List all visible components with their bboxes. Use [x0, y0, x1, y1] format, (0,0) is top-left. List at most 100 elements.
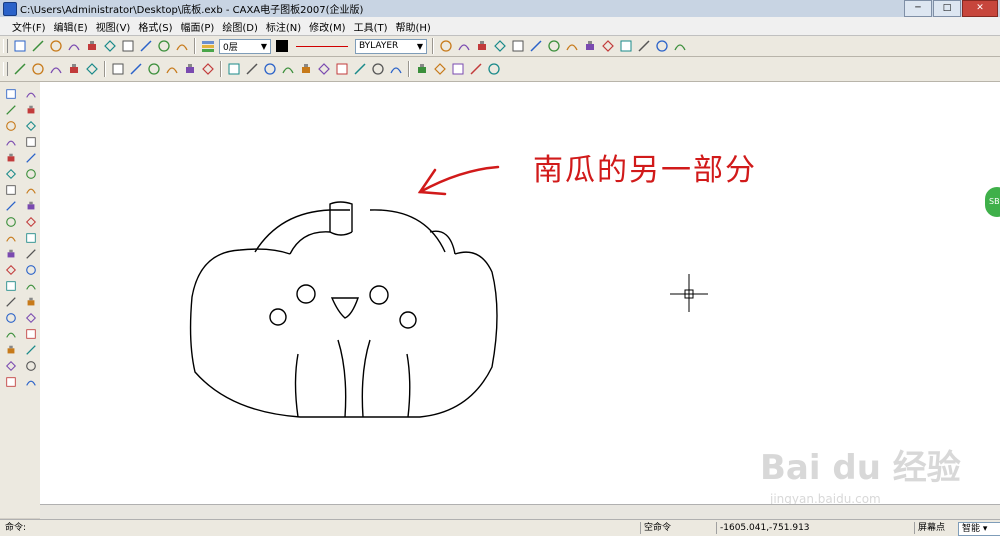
side-badge[interactable]: SB	[985, 187, 1000, 217]
save-icon[interactable]	[48, 38, 64, 54]
edit-icon[interactable]	[23, 358, 39, 374]
undo-icon[interactable]	[138, 38, 154, 54]
open-folder-icon[interactable]	[30, 38, 46, 54]
properties-icon[interactable]	[528, 38, 544, 54]
image-icon[interactable]	[3, 294, 19, 310]
tolerance-icon[interactable]	[316, 61, 332, 77]
menu-sheet[interactable]: 幅面(P)	[177, 19, 219, 34]
copy-icon[interactable]	[23, 118, 39, 134]
break-icon[interactable]	[23, 246, 39, 262]
hatch-icon[interactable]	[388, 61, 404, 77]
zoom-all-icon[interactable]	[432, 61, 448, 77]
multiline-icon[interactable]	[110, 61, 126, 77]
menu-dimension[interactable]: 标注(N)	[262, 19, 305, 34]
align-icon[interactable]	[23, 294, 39, 310]
weld-icon[interactable]	[370, 61, 386, 77]
paste-icon[interactable]	[120, 38, 136, 54]
menu-tools[interactable]: 工具(T)	[350, 19, 392, 34]
color-swatch[interactable]	[276, 40, 288, 52]
polygon-icon[interactable]	[3, 214, 19, 230]
toolbar-grip[interactable]	[3, 62, 8, 76]
curve-icon[interactable]	[128, 61, 144, 77]
spline-icon[interactable]	[146, 61, 162, 77]
pan-icon[interactable]	[492, 38, 508, 54]
redo-icon[interactable]	[156, 38, 172, 54]
center-icon[interactable]	[200, 61, 216, 77]
parallel-line-icon[interactable]	[3, 102, 19, 118]
smart-mode-select[interactable]: 智能 ▾	[958, 522, 1000, 536]
polyline-icon[interactable]	[3, 230, 19, 246]
menu-edit[interactable]: 编辑(E)	[50, 19, 92, 34]
dimension-icon[interactable]	[23, 342, 39, 358]
stretch-icon[interactable]	[23, 262, 39, 278]
leader-icon[interactable]	[3, 326, 19, 342]
library-icon[interactable]	[672, 38, 688, 54]
break-icon[interactable]	[164, 61, 180, 77]
extend-icon[interactable]	[23, 230, 39, 246]
zoom-out-icon[interactable]	[468, 61, 484, 77]
layer-select[interactable]: 0层 ▼	[219, 38, 271, 54]
new-file-icon[interactable]	[12, 38, 28, 54]
dim-radius-icon[interactable]	[280, 61, 296, 77]
view-fit-icon[interactable]	[48, 61, 64, 77]
horizontal-scrollbar[interactable]	[40, 504, 1000, 519]
font-icon[interactable]	[84, 61, 100, 77]
datum-icon[interactable]	[334, 61, 350, 77]
linetype-select[interactable]: BYLAYER ▼	[355, 38, 427, 54]
zoom-in-icon[interactable]	[450, 61, 466, 77]
scale-icon[interactable]	[23, 182, 39, 198]
minimize-button[interactable]: ─	[904, 0, 932, 17]
dim-angle-icon[interactable]	[262, 61, 278, 77]
close-button[interactable]: ✕	[962, 0, 998, 17]
linestyle-select[interactable]	[293, 39, 351, 54]
snap-mode[interactable]: 屏幕点	[914, 522, 958, 534]
menu-file[interactable]: 文件(F)	[8, 19, 50, 34]
rotate-icon[interactable]	[23, 150, 39, 166]
arc-icon[interactable]	[3, 134, 19, 150]
text-icon[interactable]	[66, 61, 82, 77]
print-icon[interactable]	[66, 38, 82, 54]
roughness-icon[interactable]	[352, 61, 368, 77]
menu-help[interactable]: 帮助(H)	[392, 19, 435, 34]
menu-format[interactable]: 格式(S)	[134, 19, 176, 34]
parts-icon[interactable]	[636, 38, 652, 54]
eraser-icon[interactable]	[23, 86, 39, 102]
move-icon[interactable]	[23, 102, 39, 118]
chamfer-icon[interactable]	[3, 246, 19, 262]
zoom-window-icon[interactable]	[414, 61, 430, 77]
menu-view[interactable]: 视图(V)	[92, 19, 135, 34]
layer-icon[interactable]	[200, 38, 216, 54]
help-icon[interactable]	[174, 38, 190, 54]
table-icon[interactable]	[582, 38, 598, 54]
bom-icon[interactable]	[654, 38, 670, 54]
menu-modify[interactable]: 修改(M)	[305, 19, 349, 34]
dimension-icon[interactable]	[456, 38, 472, 54]
trim-icon[interactable]	[23, 198, 39, 214]
snap-icon[interactable]	[12, 61, 28, 77]
cut-icon[interactable]	[84, 38, 100, 54]
property-icon[interactable]	[23, 374, 39, 390]
maximize-button[interactable]: □	[933, 0, 961, 17]
line-icon[interactable]	[3, 86, 19, 102]
rectangle-icon[interactable]	[3, 198, 19, 214]
point-icon[interactable]	[3, 166, 19, 182]
menu-draw[interactable]: 绘图(D)	[218, 19, 262, 34]
axis-icon[interactable]	[3, 262, 19, 278]
leader-icon[interactable]	[298, 61, 314, 77]
spline-icon[interactable]	[3, 150, 19, 166]
attribute-icon[interactable]	[3, 358, 19, 374]
hatch-icon[interactable]	[3, 278, 19, 294]
dim-aligned-icon[interactable]	[244, 61, 260, 77]
copy-icon[interactable]	[102, 38, 118, 54]
toolbar-grip[interactable]	[3, 39, 8, 53]
ellipse-icon[interactable]	[3, 182, 19, 198]
view-icon[interactable]	[510, 38, 526, 54]
block-icon[interactable]	[546, 38, 562, 54]
arc-tool-icon[interactable]	[438, 38, 454, 54]
zoom-icon[interactable]	[474, 38, 490, 54]
zoom-previous-icon[interactable]	[486, 61, 502, 77]
measure-icon[interactable]	[23, 326, 39, 342]
table-icon[interactable]	[3, 374, 19, 390]
mirror-icon[interactable]	[23, 134, 39, 150]
circle-icon[interactable]	[3, 118, 19, 134]
